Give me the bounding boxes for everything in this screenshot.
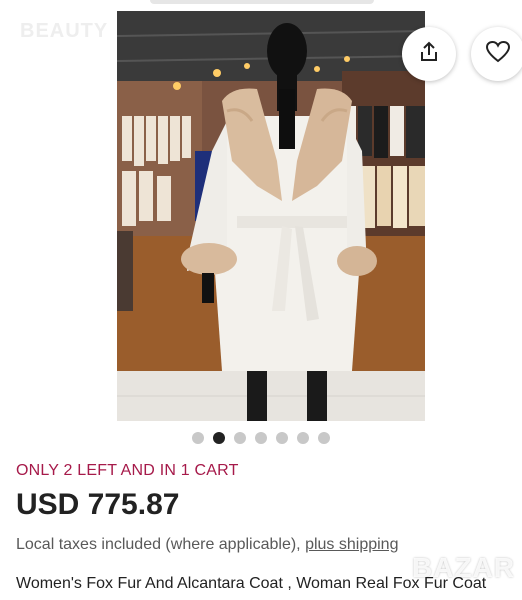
gallery-dot-3[interactable]	[234, 432, 246, 444]
taxes-note: Local taxes included (where applicable),…	[16, 536, 398, 554]
gallery-dot-6[interactable]	[297, 432, 309, 444]
brand-watermark: BEAUTY	[20, 20, 109, 42]
favorite-button[interactable]	[471, 27, 522, 81]
share-icon	[417, 40, 441, 69]
gallery-dot-1[interactable]	[192, 432, 204, 444]
gallery-pagination	[0, 432, 522, 446]
product-photo[interactable]	[117, 11, 425, 421]
taxes-text: Local taxes included (where applicable),	[16, 536, 306, 553]
gallery-dot-7[interactable]	[318, 432, 330, 444]
gallery-dot-2[interactable]	[213, 432, 225, 444]
share-button[interactable]	[402, 27, 456, 81]
top-handle	[150, 0, 374, 4]
gallery-dot-4[interactable]	[255, 432, 267, 444]
stock-message: ONLY 2 LEFT AND IN 1 CART	[16, 462, 239, 479]
heart-icon	[485, 40, 511, 69]
shipping-link[interactable]: plus shipping	[305, 536, 398, 553]
site-watermark: BAZAR	[412, 552, 515, 583]
price: USD 775.87	[16, 488, 180, 521]
gallery-dot-5[interactable]	[276, 432, 288, 444]
